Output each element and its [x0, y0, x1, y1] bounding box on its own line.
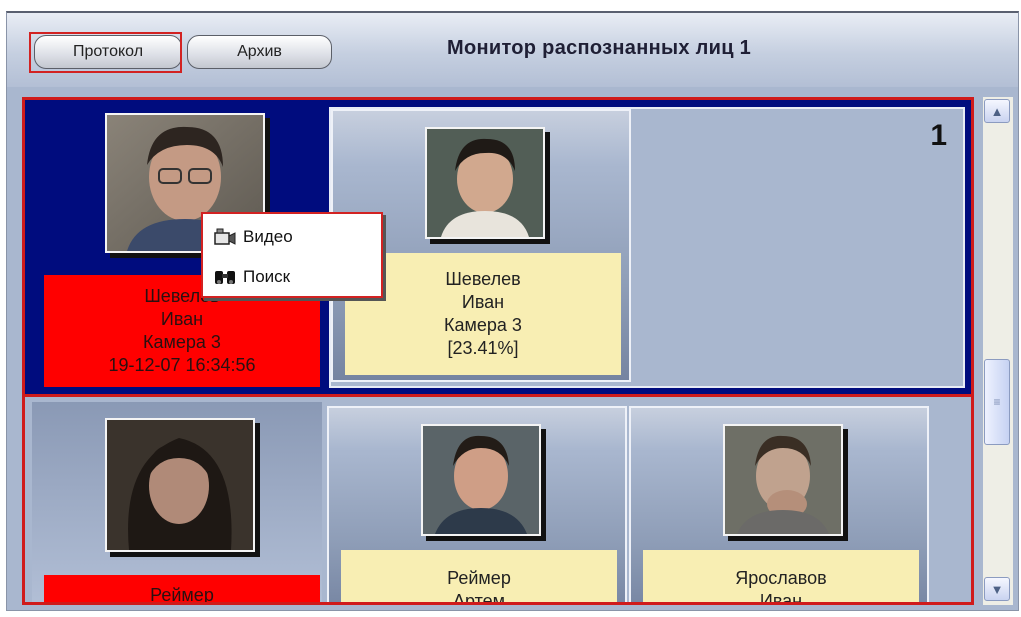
- protocol-button-highlight: [29, 32, 182, 73]
- match-face-photo: [421, 424, 541, 536]
- chevron-down-icon: ▼: [990, 581, 1004, 597]
- archive-button[interactable]: Архив: [187, 35, 332, 69]
- scroll-down-button[interactable]: ▼: [984, 577, 1010, 601]
- match-face-photo: [723, 424, 843, 536]
- match-card[interactable]: Реймер Артем: [327, 406, 627, 605]
- window-title: Монитор распознанных лиц 1: [447, 37, 752, 59]
- detected-face-photo: [105, 418, 255, 552]
- chevron-up-icon: ▲: [990, 103, 1004, 119]
- face-monitor-window: Протокол Архив Монитор распознанных лиц …: [6, 11, 1019, 611]
- detected-face-label: Реймер: [44, 575, 320, 605]
- recognition-list: Шевелев Иван Камера 3 19-12-07 16:34:56 …: [22, 97, 974, 605]
- menu-item-video[interactable]: Видео: [213, 224, 293, 250]
- match-face-label: Реймер Артем: [341, 550, 617, 605]
- toolbar: Протокол Архив Монитор распознанных лиц …: [7, 13, 1018, 87]
- binoculars-icon: [213, 267, 237, 287]
- match-face-label: Шевелев Иван Камера 3 [23.41%]: [345, 253, 621, 375]
- match-face-label: Ярославов Иван: [643, 550, 919, 605]
- scroll-thumb[interactable]: ≡: [984, 359, 1010, 445]
- vertical-scrollbar[interactable]: ▲ ≡ ▼: [983, 97, 1013, 605]
- recognition-event-1[interactable]: Шевелев Иван Камера 3 19-12-07 16:34:56 …: [22, 97, 974, 397]
- grip-icon: ≡: [993, 395, 1001, 409]
- match-card[interactable]: Ярославов Иван: [629, 406, 929, 605]
- match-face-photo: [425, 127, 545, 239]
- menu-item-search[interactable]: Поиск: [213, 264, 290, 290]
- recognition-event-2[interactable]: Реймер Реймер Артем Ярославов Иван: [22, 402, 974, 605]
- context-menu: Видео Поиск: [201, 212, 383, 298]
- group-number: 1: [930, 119, 947, 152]
- detected-face-card[interactable]: Реймер: [32, 402, 322, 605]
- camera-icon: [213, 227, 237, 247]
- scroll-up-button[interactable]: ▲: [984, 99, 1010, 123]
